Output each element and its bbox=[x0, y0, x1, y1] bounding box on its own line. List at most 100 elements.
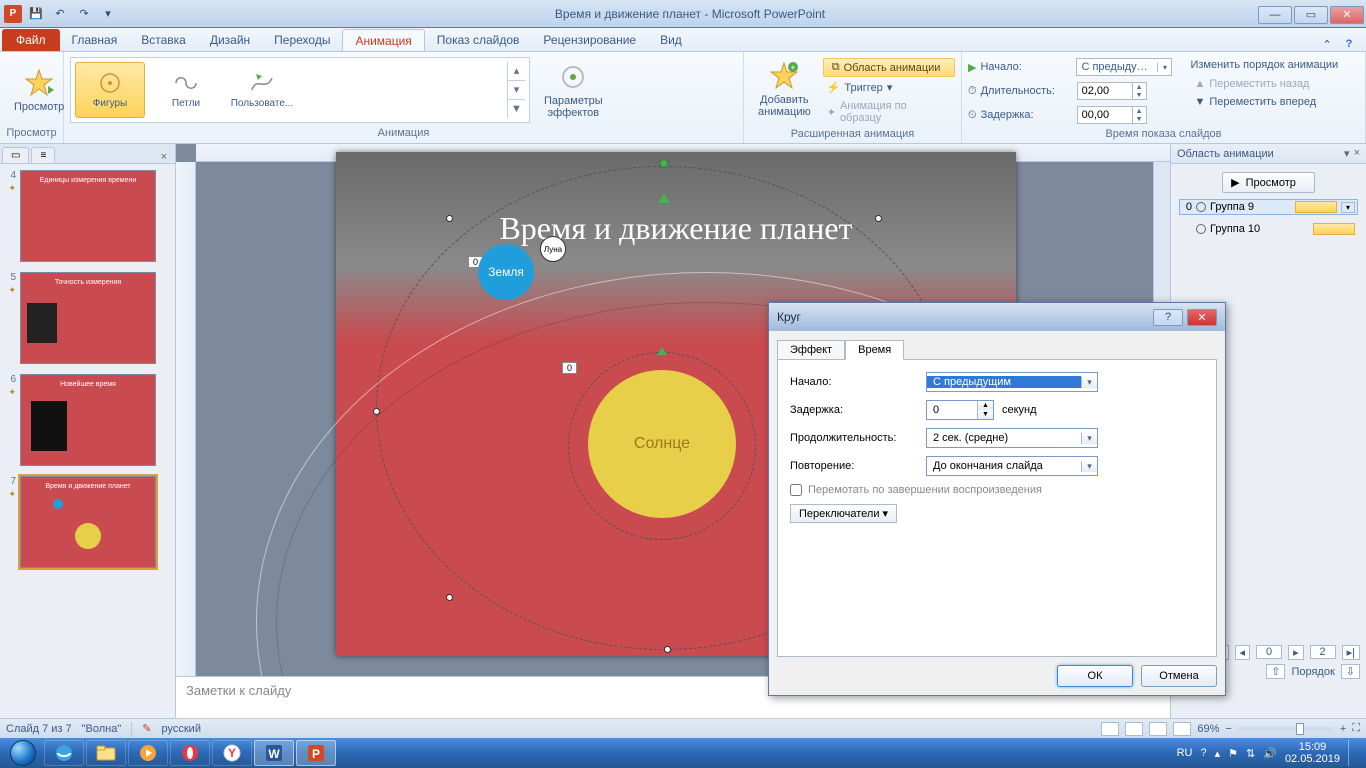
thumbnail-slide-6[interactable]: 6✦ Новейшее время bbox=[4, 374, 171, 466]
nav-last-icon[interactable]: ▸| bbox=[1342, 645, 1360, 660]
dlg-rewind-checkbox[interactable] bbox=[790, 484, 802, 496]
taskbar-word-icon[interactable]: W bbox=[254, 740, 294, 766]
start-combo[interactable]: С предыдущ...▾ bbox=[1076, 58, 1172, 76]
dialog-tab-timing[interactable]: Время bbox=[845, 340, 904, 360]
handle-s[interactable] bbox=[664, 646, 671, 653]
dlg-delay-input[interactable] bbox=[927, 401, 977, 419]
outline-tab[interactable]: ≡ bbox=[31, 147, 55, 163]
tray-network-icon[interactable]: ⇅ bbox=[1246, 747, 1255, 760]
dialog-close-icon[interactable]: ✕ bbox=[1187, 309, 1217, 326]
duration-spinner[interactable]: ▲▼ bbox=[1077, 82, 1147, 100]
tray-volume-icon[interactable]: 🔊 bbox=[1263, 747, 1277, 760]
duration-input[interactable] bbox=[1078, 83, 1132, 99]
gallery-item-custom[interactable]: Пользовате... bbox=[227, 62, 297, 118]
taskbar-ie-icon[interactable] bbox=[44, 740, 84, 766]
dlg-duration-combo[interactable]: 2 сек. (средне)▾ bbox=[926, 428, 1098, 448]
minimize-button[interactable]: — bbox=[1258, 6, 1292, 24]
dialog-tab-effect[interactable]: Эффект bbox=[777, 340, 845, 360]
qat-customize-icon[interactable]: ▾ bbox=[98, 4, 118, 24]
tab-slideshow[interactable]: Показ слайдов bbox=[425, 29, 532, 51]
moon-shape[interactable]: Луна bbox=[540, 236, 566, 262]
handle-w[interactable] bbox=[373, 408, 380, 415]
anim-item-2[interactable]: Группа 10 bbox=[1179, 221, 1358, 237]
status-slide-info[interactable]: Слайд 7 из 7 bbox=[6, 723, 72, 735]
dialog-help-icon[interactable]: ? bbox=[1153, 309, 1183, 326]
tray-clock[interactable]: 15:09 02.05.2019 bbox=[1285, 741, 1340, 765]
zoom-in-icon[interactable]: + bbox=[1340, 723, 1346, 735]
dlg-repeat-combo[interactable]: До окончания слайда▾ bbox=[926, 456, 1098, 476]
taskbar-opera-icon[interactable] bbox=[170, 740, 210, 766]
start-button[interactable] bbox=[4, 739, 42, 767]
nav-prev-icon[interactable]: ◂ bbox=[1235, 645, 1251, 660]
trigger-button[interactable]: ⚡Триггер▾ bbox=[823, 79, 955, 96]
thumbnail-slide-5[interactable]: 5✦ Точность измерения bbox=[4, 272, 171, 364]
dlg-delay-spinner[interactable]: ▲▼ bbox=[926, 400, 994, 420]
anim-item-timeline-bar[interactable] bbox=[1313, 223, 1355, 235]
move-forward-button[interactable]: ▼Переместить вперед bbox=[1190, 94, 1338, 110]
close-button[interactable]: ✕ bbox=[1330, 6, 1364, 24]
spin-down-icon[interactable]: ▼ bbox=[978, 410, 993, 419]
gallery-scroll-up-icon[interactable]: ▴ bbox=[508, 62, 525, 81]
reorder-down-icon[interactable]: ⇩ bbox=[1341, 664, 1360, 679]
redo-icon[interactable]: ↷ bbox=[74, 4, 94, 24]
preview-button[interactable]: Просмотр bbox=[6, 63, 72, 117]
anim-pane-options-icon[interactable]: ▾ bbox=[1344, 147, 1350, 160]
tab-transitions[interactable]: Переходы bbox=[262, 29, 342, 51]
tray-help-icon[interactable]: ? bbox=[1200, 747, 1206, 759]
tray-flag-icon[interactable]: ⚑ bbox=[1228, 747, 1238, 760]
powerpoint-icon[interactable]: P bbox=[4, 5, 22, 23]
dlg-rewind-check[interactable]: Перемотать по завершении воспроизведения bbox=[790, 484, 1204, 496]
show-desktop-button[interactable] bbox=[1348, 740, 1356, 766]
dialog-titlebar[interactable]: Круг ? ✕ bbox=[769, 303, 1225, 331]
vertical-ruler[interactable] bbox=[176, 162, 196, 718]
status-theme[interactable]: "Волна" bbox=[82, 723, 122, 735]
chevron-down-icon[interactable]: ▾ bbox=[1081, 433, 1097, 444]
rotate-handle-icon[interactable] bbox=[660, 159, 669, 168]
delay-input[interactable] bbox=[1078, 107, 1132, 123]
zoom-thumb[interactable] bbox=[1296, 723, 1304, 735]
undo-icon[interactable]: ↶ bbox=[50, 4, 70, 24]
slideshow-view-icon[interactable] bbox=[1173, 722, 1191, 736]
slides-tab[interactable]: ▭ bbox=[2, 147, 29, 163]
restore-button[interactable]: ▭ bbox=[1294, 6, 1328, 24]
tab-design[interactable]: Дизайн bbox=[198, 29, 262, 51]
animation-gallery[interactable]: Фигуры Петли Пользовате... ▴ ▾ ▼ bbox=[70, 57, 530, 123]
save-icon[interactable]: 💾 bbox=[26, 4, 46, 24]
gallery-more-icon[interactable]: ▼ bbox=[508, 100, 525, 118]
tab-view[interactable]: Вид bbox=[648, 29, 694, 51]
normal-view-icon[interactable] bbox=[1101, 722, 1119, 736]
spin-up-icon[interactable]: ▲ bbox=[1133, 83, 1146, 91]
thumbnail-list[interactable]: 4✦ Единицы измерения времени 5✦ Точность… bbox=[0, 164, 175, 718]
taskbar-explorer-icon[interactable] bbox=[86, 740, 126, 766]
animation-pane-toggle[interactable]: ⧉Область анимации bbox=[823, 58, 955, 77]
sun-shape[interactable]: Солнце bbox=[588, 370, 736, 518]
help-icon[interactable]: ? bbox=[1340, 38, 1358, 51]
tray-lang[interactable]: RU bbox=[1177, 747, 1193, 759]
tab-home[interactable]: Главная bbox=[60, 29, 130, 51]
anim-item-1[interactable]: 0 Группа 9 ▾ bbox=[1179, 199, 1358, 215]
dlg-triggers-button[interactable]: Переключатели ▾ bbox=[790, 504, 897, 523]
spin-up-icon[interactable]: ▲ bbox=[1133, 107, 1146, 115]
tab-animations[interactable]: Анимация bbox=[342, 29, 424, 51]
spin-down-icon[interactable]: ▼ bbox=[1133, 91, 1146, 99]
handle-sw[interactable] bbox=[446, 594, 453, 601]
move-back-button[interactable]: ▲Переместить назад bbox=[1190, 76, 1338, 92]
handle-nw[interactable] bbox=[446, 215, 453, 222]
spellcheck-icon[interactable]: ✎ bbox=[142, 722, 151, 735]
dlg-start-combo[interactable]: С предыдущим▾ bbox=[926, 372, 1098, 392]
taskbar-powerpoint-icon[interactable]: P bbox=[296, 740, 336, 766]
taskbar-yandex-icon[interactable]: Y bbox=[212, 740, 252, 766]
sorter-view-icon[interactable] bbox=[1125, 722, 1143, 736]
anim-pane-close-icon[interactable]: × bbox=[1354, 147, 1360, 160]
status-language[interactable]: русский bbox=[162, 723, 201, 735]
spin-down-icon[interactable]: ▼ bbox=[1133, 115, 1146, 123]
tab-review[interactable]: Рецензирование bbox=[531, 29, 648, 51]
gallery-scroll-down-icon[interactable]: ▾ bbox=[508, 81, 525, 100]
tab-insert[interactable]: Вставка bbox=[129, 29, 198, 51]
dlg-cancel-button[interactable]: Отмена bbox=[1141, 665, 1217, 687]
delay-spinner[interactable]: ▲▼ bbox=[1077, 106, 1147, 124]
nav-next-icon[interactable]: ▸ bbox=[1288, 645, 1304, 660]
animation-tag-sun[interactable]: 0 bbox=[562, 362, 577, 374]
reading-view-icon[interactable] bbox=[1149, 722, 1167, 736]
zoom-level[interactable]: 69% bbox=[1197, 723, 1219, 735]
